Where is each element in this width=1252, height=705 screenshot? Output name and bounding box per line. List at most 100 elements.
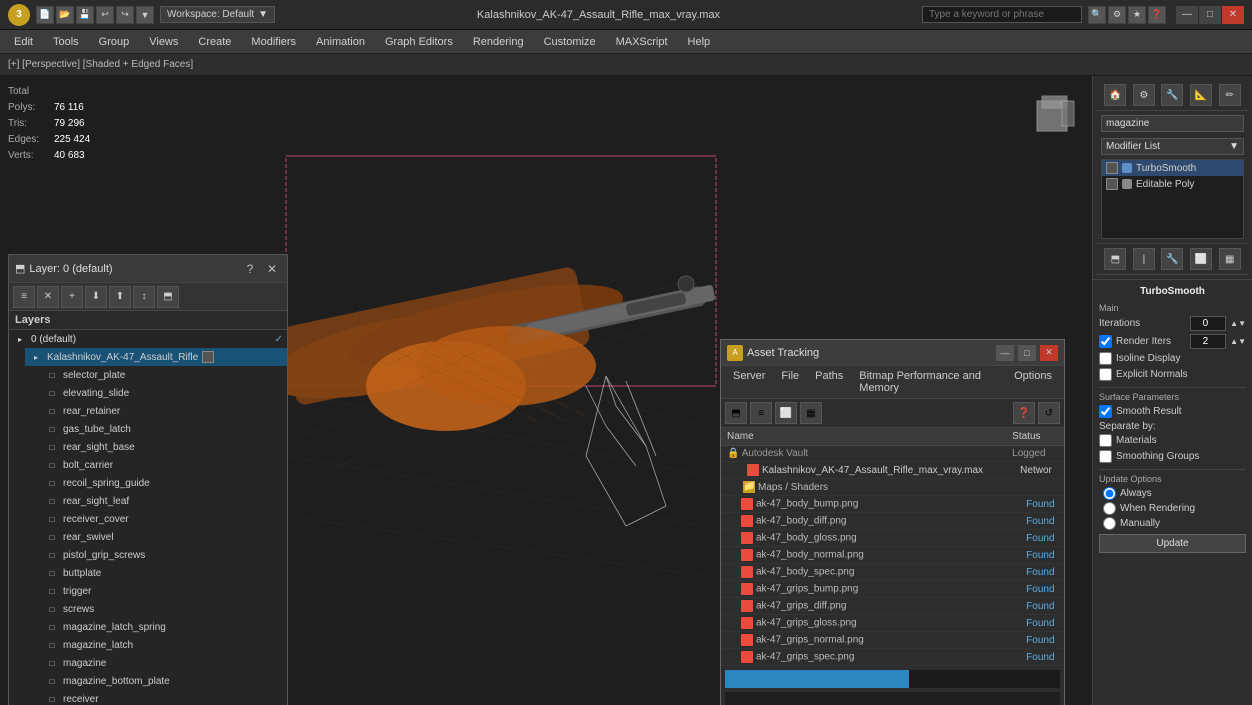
list-item[interactable]: □receiver — [41, 690, 287, 705]
menu-maxscript[interactable]: MAXScript — [606, 34, 678, 50]
list-item[interactable]: □buttplate — [41, 564, 287, 582]
menu-tools[interactable]: Tools — [43, 34, 89, 50]
tb-icon-1[interactable]: 🔍 — [1088, 6, 1106, 24]
ts-when-render-radio[interactable] — [1103, 502, 1116, 515]
viewport[interactable]: Total Polys: 76 116 Tris: 79 296 Edges: … — [0, 76, 1092, 705]
rp-icon-2[interactable]: ⚙ — [1133, 84, 1155, 106]
modifier-item-turbosmooth[interactable]: TurboSmooth — [1102, 160, 1243, 176]
menu-modifiers[interactable]: Modifiers — [241, 34, 306, 50]
asset-menu-file[interactable]: File — [773, 368, 807, 396]
asset-close-button[interactable]: ✕ — [1040, 345, 1058, 361]
tb-undo[interactable]: ↩ — [96, 6, 114, 24]
list-item[interactable]: □rear_sight_leaf — [41, 492, 287, 510]
table-row[interactable]: 📁Maps / Shaders — [721, 479, 1064, 496]
menu-edit[interactable]: Edit — [4, 34, 43, 50]
tb-icon-2[interactable]: ⚙ — [1108, 6, 1126, 24]
tb-options[interactable]: ▼ — [136, 6, 154, 24]
table-row[interactable]: ak-47_body_gloss.png Found — [721, 530, 1064, 547]
stack-icon-5[interactable]: ▦ — [1219, 248, 1241, 270]
table-row[interactable]: ak-47_body_spec.png Found — [721, 564, 1064, 581]
table-row[interactable]: ak-47_body_normal.png Found — [721, 547, 1064, 564]
list-item[interactable]: □magazine_latch_spring — [41, 618, 287, 636]
table-row[interactable]: ak-47_grips_normal.png Found — [721, 632, 1064, 649]
stack-icon-1[interactable]: ⬒ — [1104, 248, 1126, 270]
layer-tool-merge[interactable]: ⬒ — [157, 286, 179, 308]
table-row[interactable]: 🔒 Autodesk Vault Logged — [721, 446, 1064, 462]
asset-tool-2[interactable]: ≡ — [750, 402, 772, 424]
ts-smoothing-checkbox[interactable] — [1099, 450, 1112, 463]
asset-tool-1[interactable]: ⬒ — [725, 402, 747, 424]
ts-smooth-result-checkbox[interactable] — [1099, 405, 1112, 418]
ts-manually-radio[interactable] — [1103, 517, 1116, 530]
asset-menu-server[interactable]: Server — [725, 368, 773, 396]
table-row[interactable]: ak-47_grips_spec.png Found — [721, 649, 1064, 666]
asset-minimize-button[interactable]: — — [996, 345, 1014, 361]
list-item[interactable]: □trigger — [41, 582, 287, 600]
stack-icon-3[interactable]: 🔧 — [1161, 248, 1183, 270]
table-row[interactable]: ak-47_grips_diff.png Found — [721, 598, 1064, 615]
list-item[interactable]: □receiver_cover — [41, 510, 287, 528]
tb-icon-4[interactable]: ❓ — [1148, 6, 1166, 24]
menu-help[interactable]: Help — [678, 34, 721, 50]
table-row[interactable]: ak-47_body_bump.png Found — [721, 496, 1064, 513]
asset-table-container[interactable]: Name Status 🔒 Autodesk Vault Logged Kala… — [721, 428, 1064, 666]
asset-menu-paths[interactable]: Paths — [807, 368, 851, 396]
layer-tool-up[interactable]: ⬆ — [109, 286, 131, 308]
maximize-button[interactable]: □ — [1199, 6, 1221, 24]
ts-render-iters-input[interactable] — [1190, 334, 1226, 349]
asset-tool-3[interactable]: ⬜ — [775, 402, 797, 424]
menu-rendering[interactable]: Rendering — [463, 34, 534, 50]
ts-materials-checkbox[interactable] — [1099, 434, 1112, 447]
layer-visible-box[interactable] — [202, 351, 214, 363]
asset-menu-bitmap[interactable]: Bitmap Performance and Memory — [851, 368, 1006, 396]
table-row[interactable]: ak-47_body_diff.png Found — [721, 513, 1064, 530]
tb-open[interactable]: 📂 — [56, 6, 74, 24]
layer-tool-delete[interactable]: ✕ — [37, 286, 59, 308]
tb-redo[interactable]: ↪ — [116, 6, 134, 24]
modifier-item-editable-poly[interactable]: Editable Poly — [1102, 176, 1243, 192]
layer-tool-sort[interactable]: ↕ — [133, 286, 155, 308]
rp-icon-4[interactable]: 📐 — [1190, 84, 1212, 106]
ts-update-button[interactable]: Update — [1099, 534, 1246, 553]
list-item[interactable]: □magazine_latch — [41, 636, 287, 654]
layer-tool-down[interactable]: ⬇ — [85, 286, 107, 308]
stack-icon-4[interactable]: ⬜ — [1190, 248, 1212, 270]
list-item[interactable]: □selector_plate — [41, 366, 287, 384]
table-row[interactable]: Kalashnikov_AK-47_Assault_Rifle_max_vray… — [721, 462, 1064, 479]
layer-tool-list[interactable]: ≡ — [13, 286, 35, 308]
asset-maximize-button[interactable]: □ — [1018, 345, 1036, 361]
menu-graph-editors[interactable]: Graph Editors — [375, 34, 463, 50]
ts-render-iters-checkbox[interactable] — [1099, 335, 1112, 348]
list-item[interactable]: □rear_sight_base — [41, 438, 287, 456]
list-item[interactable]: □gas_tube_latch — [41, 420, 287, 438]
asset-tool-refresh[interactable]: ↺ — [1038, 402, 1060, 424]
table-row[interactable]: ak-47_grips_gloss.png Found — [721, 615, 1064, 632]
ts-explicit-checkbox[interactable] — [1099, 368, 1112, 381]
mod-check-turbosmooth[interactable] — [1106, 162, 1118, 174]
list-item[interactable]: □bolt_carrier — [41, 456, 287, 474]
rp-icon-1[interactable]: 🏠 — [1104, 84, 1126, 106]
list-item[interactable]: □pistol_grip_screws — [41, 546, 287, 564]
modifier-list-dropdown[interactable]: Modifier List ▼ — [1101, 138, 1244, 155]
table-row[interactable]: ak-47_grips_bump.png Found — [721, 581, 1064, 598]
ts-isoline-checkbox[interactable] — [1099, 352, 1112, 365]
layer-tool-add[interactable]: + — [61, 286, 83, 308]
menu-create[interactable]: Create — [188, 34, 241, 50]
ts-always-radio[interactable] — [1103, 487, 1116, 500]
asset-tool-help[interactable]: ❓ — [1013, 402, 1035, 424]
tb-icon-3[interactable]: ★ — [1128, 6, 1146, 24]
asset-tool-4[interactable]: ▦ — [800, 402, 822, 424]
list-item[interactable]: □rear_retainer — [41, 402, 287, 420]
layer-panel-help[interactable]: ? — [241, 260, 259, 278]
menu-group[interactable]: Group — [89, 34, 140, 50]
list-item[interactable]: □recoil_spring_guide — [41, 474, 287, 492]
list-item[interactable]: □elevating_slide — [41, 384, 287, 402]
layers-list[interactable]: ▸ 0 (default) ✓ ▸ Kalashnikov_AK-47_Assa… — [9, 330, 287, 705]
minimize-button[interactable]: — — [1176, 6, 1198, 24]
layer-item-rifle-group[interactable]: ▸ Kalashnikov_AK-47_Assault_Rifle — [25, 348, 287, 366]
ts-iterations-spinner[interactable]: ▲▼ — [1230, 319, 1246, 328]
rp-icon-3[interactable]: 🔧 — [1161, 84, 1183, 106]
layer-item-default[interactable]: ▸ 0 (default) ✓ — [9, 330, 287, 348]
asset-menu-options[interactable]: Options — [1006, 368, 1060, 396]
layer-panel-close[interactable]: ✕ — [263, 260, 281, 278]
